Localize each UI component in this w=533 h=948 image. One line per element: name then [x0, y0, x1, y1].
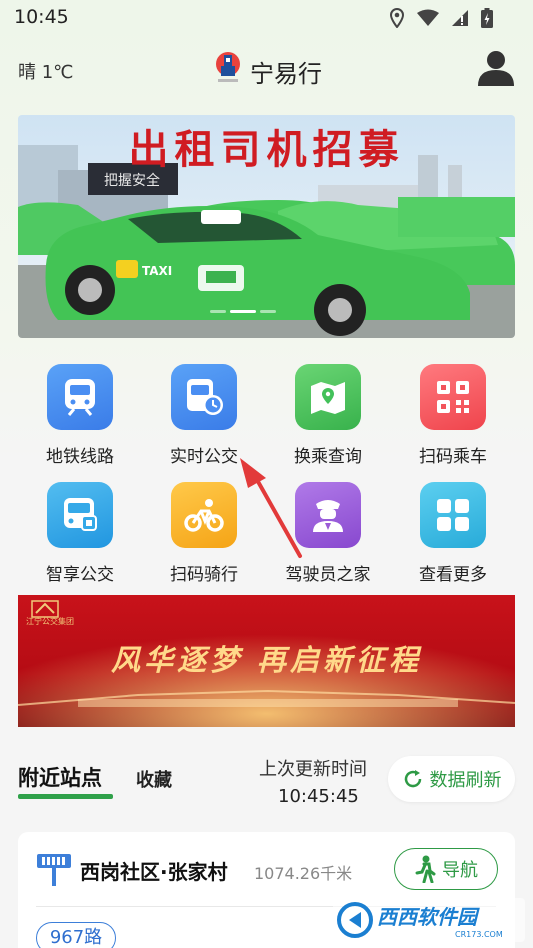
navigate-button[interactable]: 导航 [394, 848, 498, 890]
service-transfer-query[interactable]: 换乘查询 [266, 364, 390, 467]
stop-name: 西岗社区·张家村 [80, 860, 228, 884]
tab-active-indicator [18, 794, 113, 799]
signal-icon [452, 10, 468, 26]
bicycle-icon [171, 482, 237, 548]
refresh-data-button[interactable]: 数据刷新 [388, 756, 515, 802]
service-view-more[interactable]: 查看更多 [391, 482, 515, 585]
service-label: 查看更多 [419, 565, 487, 585]
wifi-icon [417, 9, 439, 26]
refresh-icon [404, 770, 421, 788]
metro-icon [47, 364, 113, 430]
navigate-label: 导航 [442, 860, 478, 881]
slider-dot [260, 310, 276, 313]
slider-dot-active [230, 310, 256, 313]
location-icon [389, 8, 405, 28]
service-label: 扫码乘车 [419, 447, 487, 467]
last-update-time: 10:45:45 [278, 786, 359, 807]
watermark-text: 西西软件园 [377, 905, 480, 929]
banner-slogan: 风华逐梦 再启新征程 [110, 643, 423, 677]
service-driver-home[interactable]: 驾驶员之家 [266, 482, 390, 585]
refresh-label: 数据刷新 [429, 770, 502, 791]
service-label: 扫码骑行 [170, 565, 238, 585]
service-label: 驾驶员之家 [285, 565, 371, 585]
stop-distance: 1074.26千米 [254, 864, 353, 883]
app-title: 宁易行 [250, 60, 322, 88]
route-chip[interactable]: 967路 [36, 922, 116, 948]
battery-icon [481, 8, 493, 28]
app-logo-icon [216, 52, 240, 82]
service-realtime-bus[interactable]: 实时公交 [142, 364, 266, 467]
service-scan-cycling[interactable]: 扫码骑行 [142, 482, 266, 585]
smart-bus-icon [47, 482, 113, 548]
service-label: 实时公交 [170, 447, 238, 467]
qr-code-icon [420, 364, 486, 430]
more-grid-icon [420, 482, 486, 548]
service-label: 换乘查询 [294, 447, 362, 467]
last-update-label: 上次更新时间 [259, 759, 367, 780]
status-icons [389, 8, 493, 28]
status-time: 10:45 [14, 6, 69, 28]
weather-text: 晴 1℃ [18, 62, 74, 83]
banner-headline: 出租司机招募 [128, 126, 405, 173]
service-metro-lines[interactable]: 地铁线路 [18, 364, 142, 467]
banner-brand: 江宁公交集团 [26, 617, 74, 626]
watermark-logo: 西西软件园 CR173.COM [333, 898, 525, 942]
realtime-bus-icon [171, 364, 237, 430]
banner-slider-dots [210, 310, 276, 313]
slider-dot [210, 310, 226, 313]
watermark-url: CR173.COM [455, 930, 503, 939]
taxi-label: TAXI [142, 264, 172, 278]
driver-icon [295, 482, 361, 548]
service-smart-bus[interactable]: 智享公交 [18, 482, 142, 585]
status-bar: 10:45 [0, 0, 533, 36]
tab-favorites[interactable]: 收藏 [136, 766, 172, 792]
promo-banner-bus-group[interactable]: 风华逐梦 再启新征程 [18, 595, 515, 727]
bus-stop-icon [37, 854, 71, 886]
service-label: 智享公交 [46, 565, 114, 585]
walking-person-icon [415, 855, 436, 883]
profile-icon[interactable] [476, 48, 516, 88]
tab-nearby-stops[interactable]: 附近站点 [18, 762, 102, 792]
service-label: 地铁线路 [46, 447, 114, 467]
service-scan-ride[interactable]: 扫码乘车 [391, 364, 515, 467]
map-icon [295, 364, 361, 430]
promo-banner-taxi[interactable]: 把握安全 TAXI 出租司机招募 [18, 115, 515, 338]
